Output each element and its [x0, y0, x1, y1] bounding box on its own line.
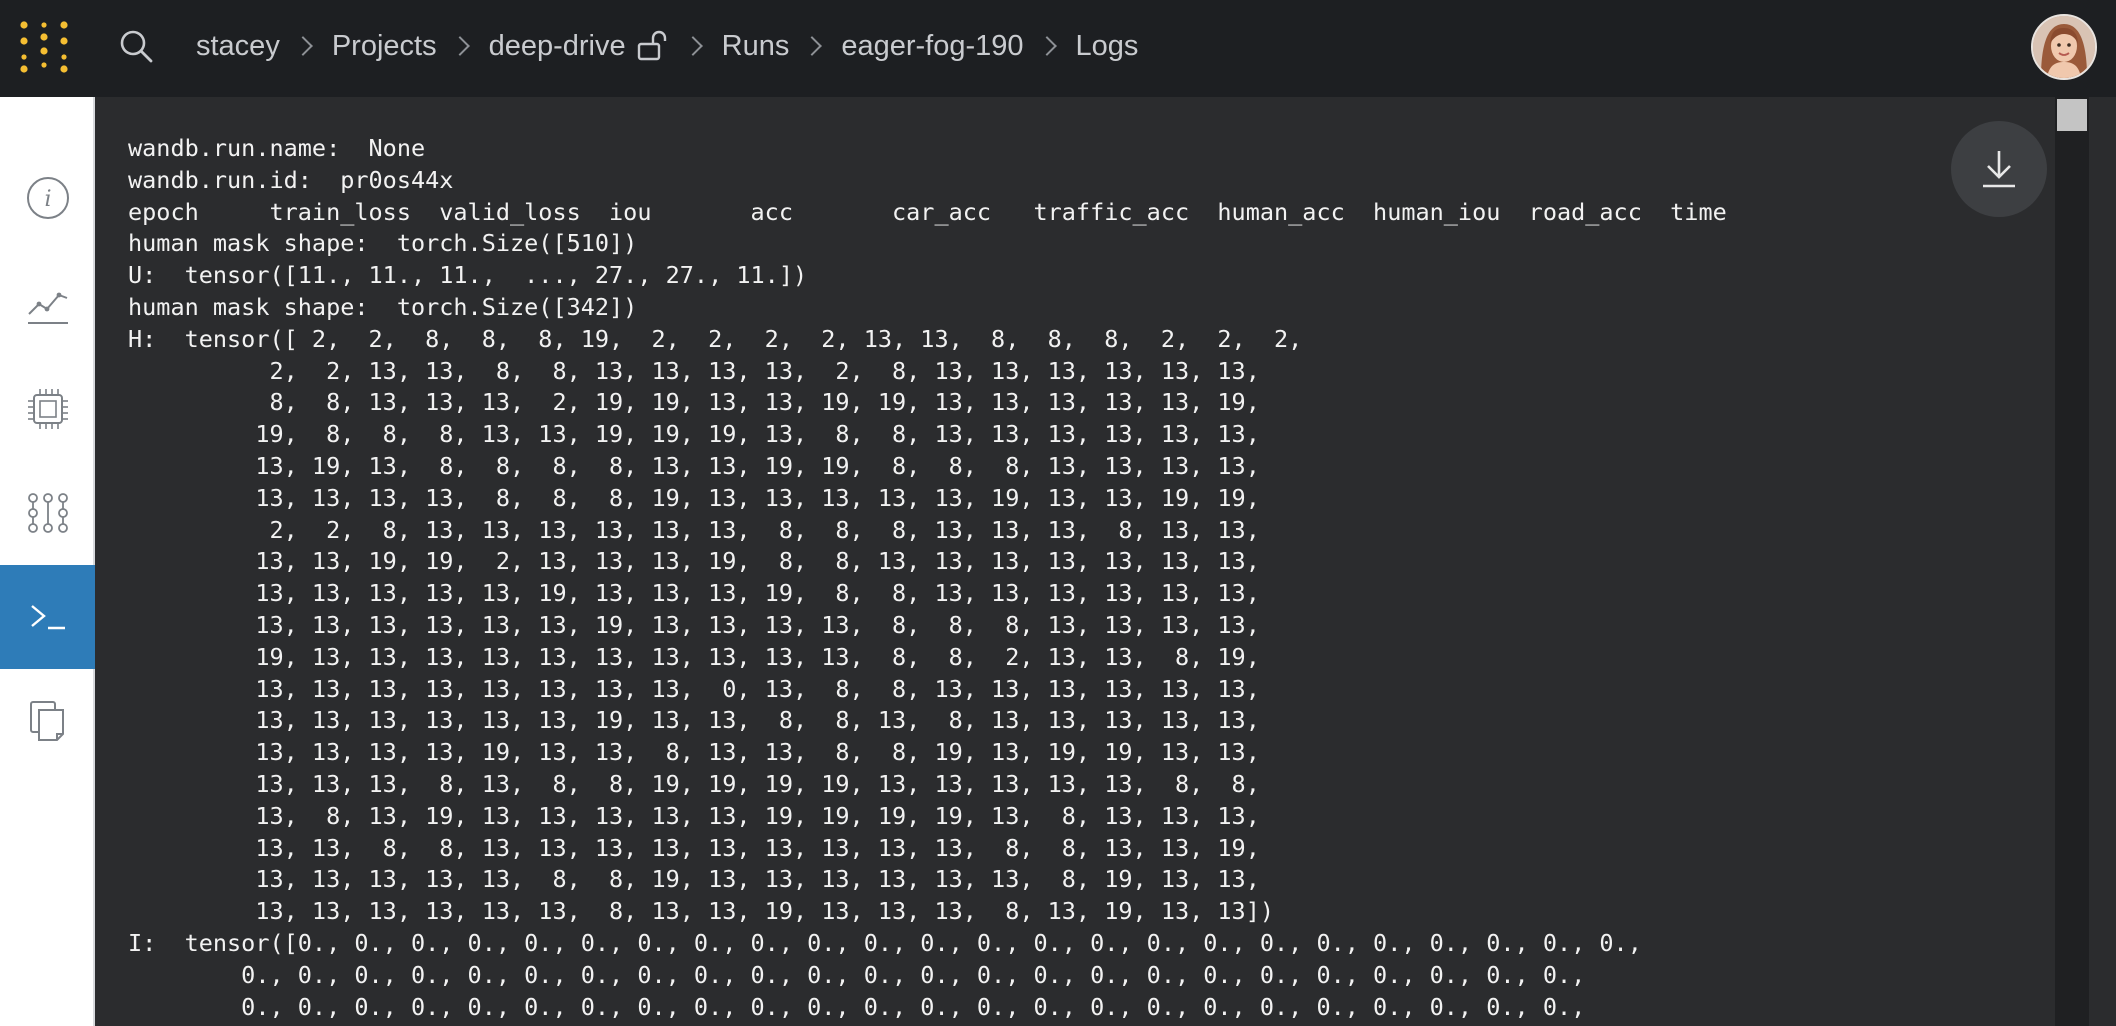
- chevron-right-icon: [1036, 36, 1057, 56]
- breadcrumb-user[interactable]: stacey: [196, 30, 280, 63]
- search-icon[interactable]: [118, 28, 154, 64]
- sidebar-item-system[interactable]: [0, 357, 95, 461]
- model-graph-icon: [27, 493, 68, 533]
- chart-icon: [27, 292, 68, 324]
- breadcrumb: stacey Projects deep-drive Runs eager-fo…: [196, 24, 1138, 68]
- download-logs-button[interactable]: [1951, 121, 2047, 217]
- sidebar-item-overview[interactable]: i: [0, 143, 95, 253]
- right-edge-filler: [2089, 97, 2116, 1026]
- breadcrumb-current-page: Logs: [1075, 29, 1139, 62]
- terminal-icon: [30, 605, 65, 630]
- sidebar-item-model[interactable]: [0, 461, 95, 565]
- svg-text:i: i: [44, 187, 51, 212]
- user-avatar[interactable]: [2031, 14, 2097, 80]
- sidebar-item-files[interactable]: [0, 669, 95, 773]
- run-sidebar-nav: i: [0, 97, 95, 1026]
- breadcrumb-projects[interactable]: Projects: [332, 30, 437, 63]
- log-output-panel: wandb.run.name: None wandb.run.id: pr0os…: [95, 97, 2055, 1026]
- breadcrumb-runs[interactable]: Runs: [722, 30, 790, 63]
- files-icon: [29, 701, 64, 741]
- sidebar-item-logs[interactable]: [0, 565, 95, 669]
- cpu-icon: [27, 389, 68, 429]
- info-icon: i: [26, 177, 69, 219]
- top-nav-bar: stacey Projects deep-drive Runs eager-fo…: [0, 0, 2116, 97]
- chevron-right-icon: [449, 36, 470, 56]
- breadcrumb-run[interactable]: eager-fog-190: [841, 30, 1023, 63]
- scrollbar-thumb[interactable]: [2057, 99, 2087, 131]
- breadcrumb-project[interactable]: deep-drive: [489, 30, 626, 63]
- avatar-image-icon: [2033, 16, 2095, 78]
- chevron-right-icon: [802, 36, 823, 56]
- download-icon: [1983, 151, 2015, 188]
- log-scrollbar[interactable]: [2055, 97, 2089, 1026]
- sidebar-item-charts[interactable]: [0, 253, 95, 357]
- unlocked-icon[interactable]: [636, 29, 670, 63]
- chevron-right-icon: [292, 36, 313, 56]
- chevron-right-icon: [682, 36, 703, 56]
- log-text: wandb.run.name: None wandb.run.id: pr0os…: [128, 134, 1727, 1021]
- wandb-logo-icon[interactable]: [16, 19, 72, 75]
